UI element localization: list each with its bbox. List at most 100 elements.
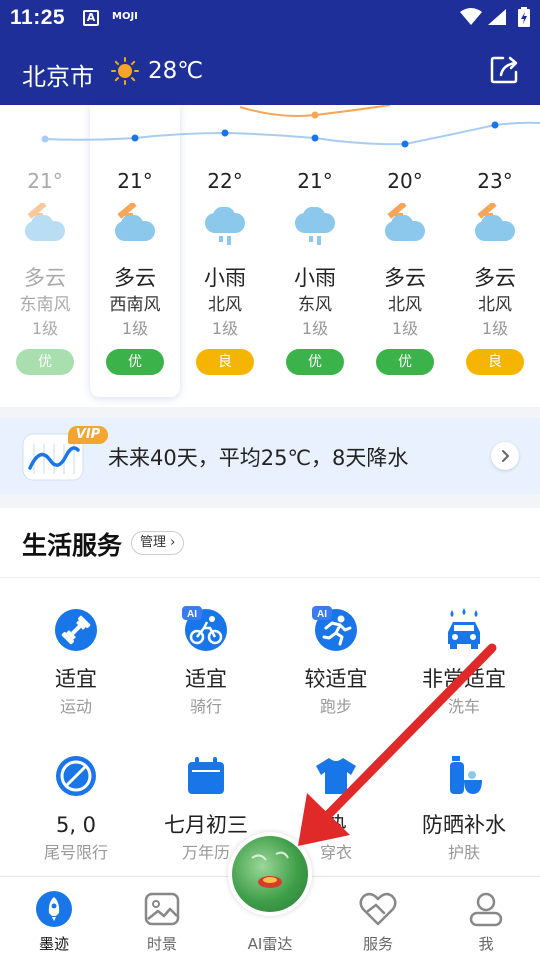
nav-me[interactable]: 我 — [446, 889, 526, 954]
forecast-condition: 多云 — [24, 266, 66, 290]
ai-badge: AI — [187, 609, 197, 620]
current-temperature: 28℃ — [148, 58, 204, 84]
service-label: 运动 — [59, 697, 92, 716]
vip-forecast-text: 未来40天，平均25℃，8天降水 — [108, 446, 409, 470]
forecast-wind-level: 1级 — [481, 319, 509, 338]
forecast-day[interactable]: 21° 小雨 东风 1级 优 — [270, 167, 360, 375]
city-name[interactable]: 北京市 — [22, 57, 94, 92]
battery-icon — [518, 7, 530, 27]
service-running[interactable]: AI 较适宜 跑步 — [271, 606, 401, 720]
daily-forecast: 21° 多云 东南风 1级 优 21° 多云 西南风 1级 优 22° 小雨 北… — [0, 105, 540, 407]
aqi-badge: 良 — [466, 349, 524, 375]
partly-cloudy-icon — [360, 197, 450, 255]
sunny-icon — [111, 57, 139, 85]
forecast-wind-level: 1级 — [211, 319, 239, 338]
divider — [0, 577, 540, 578]
vip-badge: VIP — [68, 426, 108, 444]
forecast-day[interactable]: 23° 多云 北风 1级 良 — [450, 167, 540, 375]
nav-label: AI雷达 — [247, 935, 293, 953]
forecast-condition: 多云 — [114, 266, 156, 290]
forecast-day[interactable]: 20° 多云 北风 1级 优 — [360, 167, 450, 375]
forecast-condition: 多云 — [384, 266, 426, 290]
service-value: 适宜 — [185, 667, 227, 691]
nav-label: 墨迹 — [38, 935, 69, 953]
ai-radar-button[interactable] — [228, 832, 312, 916]
aqi-badge: 优 — [106, 349, 164, 375]
aqi-badge: 良 — [196, 349, 254, 375]
partly-cloudy-icon — [0, 197, 90, 255]
status-time: 11:25 — [10, 6, 66, 29]
running-icon: AI — [271, 606, 401, 654]
skincare-icon — [399, 752, 529, 800]
nav-scenes[interactable]: 时景 — [122, 889, 202, 954]
tshirt-icon — [271, 752, 401, 800]
life-services-section: 生活服务 管理 › 适宜 运动 AI 适宜 骑行 AI 较适宜 跑步 非常适宜 … — [0, 508, 540, 888]
cycling-icon: AI — [141, 606, 271, 654]
forecast-day[interactable]: 21° 多云 西南风 1级 优 — [90, 167, 180, 375]
car-wash-icon — [399, 606, 529, 654]
vip-forecast-banner[interactable]: VIP 未来40天，平均25℃，8天降水 — [0, 418, 540, 494]
share-icon[interactable] — [489, 55, 521, 85]
service-label: 跑步 — [319, 697, 352, 716]
service-value: 防晒补水 — [422, 813, 506, 837]
location-pin-icon — [251, 851, 289, 888]
forecast-wind-level: 1级 — [31, 319, 59, 338]
forecast-condition: 小雨 — [294, 266, 336, 290]
photo-icon — [122, 889, 202, 929]
ai-badge: AI — [317, 609, 327, 620]
service-label: 尾号限行 — [43, 843, 108, 862]
forecast-wind: 北风 — [388, 295, 422, 315]
signal-icon — [488, 9, 506, 25]
service-value: 5, 0 — [55, 813, 97, 837]
service-cycling[interactable]: AI 适宜 骑行 — [141, 606, 271, 720]
service-value: 较适宜 — [304, 667, 368, 691]
forecast-wind: 北风 — [478, 295, 512, 315]
forecast-temp: 23° — [477, 169, 513, 193]
rocket-icon — [14, 889, 94, 929]
no-entry-icon — [11, 752, 141, 800]
chevron-right-icon[interactable] — [491, 442, 519, 470]
manage-button[interactable]: 管理 › — [131, 531, 185, 555]
top-header: 11:25 A MOJI 北京市 28℃ — [0, 0, 540, 105]
forecast-temp: 22° — [207, 169, 243, 193]
forecast-wind: 西南风 — [109, 295, 161, 315]
forecast-wind-level: 1级 — [391, 319, 419, 338]
service-value: 非常适宜 — [422, 667, 506, 691]
calendar-icon — [141, 752, 271, 800]
service-skincare[interactable]: 防晒补水 护肤 — [399, 752, 529, 866]
aqi-badge: 优 — [16, 349, 74, 375]
nav-label: 我 — [478, 935, 494, 953]
app-notification-icon: A — [83, 10, 99, 26]
partly-cloudy-icon — [90, 197, 180, 255]
aqi-badge: 优 — [376, 349, 434, 375]
manage-label: 管理 — [140, 535, 167, 550]
forecast-temp: 20° — [387, 169, 423, 193]
radar-map-thumbnail — [232, 836, 308, 912]
forecast-wind: 东风 — [298, 295, 332, 315]
service-plate-restriction[interactable]: 5, 0 尾号限行 — [11, 752, 141, 866]
nav-services[interactable]: 服务 — [338, 889, 418, 954]
wifi-icon — [460, 8, 482, 25]
service-car-wash[interactable]: 非常适宜 洗车 — [399, 606, 529, 720]
forecast-temp: 21° — [27, 169, 63, 193]
nav-moji[interactable]: 墨迹 — [14, 889, 94, 954]
service-label: 洗车 — [447, 697, 480, 716]
status-bar: 11:25 A MOJI — [0, 0, 540, 38]
service-exercise[interactable]: 适宜 运动 — [11, 606, 141, 720]
user-icon — [446, 889, 526, 929]
forecast-day[interactable]: 22° 小雨 北风 1级 良 — [180, 167, 270, 375]
heart-hands-icon — [338, 889, 418, 929]
dumbbell-icon — [11, 606, 141, 654]
nav-label: 时景 — [146, 935, 177, 953]
light-rain-icon — [270, 197, 360, 255]
service-label: 骑行 — [189, 697, 222, 716]
forecast-wind-level: 1级 — [301, 319, 329, 338]
service-value: 适宜 — [55, 667, 97, 691]
light-rain-icon — [180, 197, 270, 255]
forecast-temp: 21° — [117, 169, 153, 193]
nav-label: 服务 — [362, 935, 393, 953]
service-label: 护肤 — [447, 843, 480, 862]
forecast-day[interactable]: 21° 多云 东南风 1级 优 — [0, 167, 90, 375]
section-title: 生活服务 — [22, 531, 123, 560]
partly-cloudy-icon — [450, 197, 540, 255]
